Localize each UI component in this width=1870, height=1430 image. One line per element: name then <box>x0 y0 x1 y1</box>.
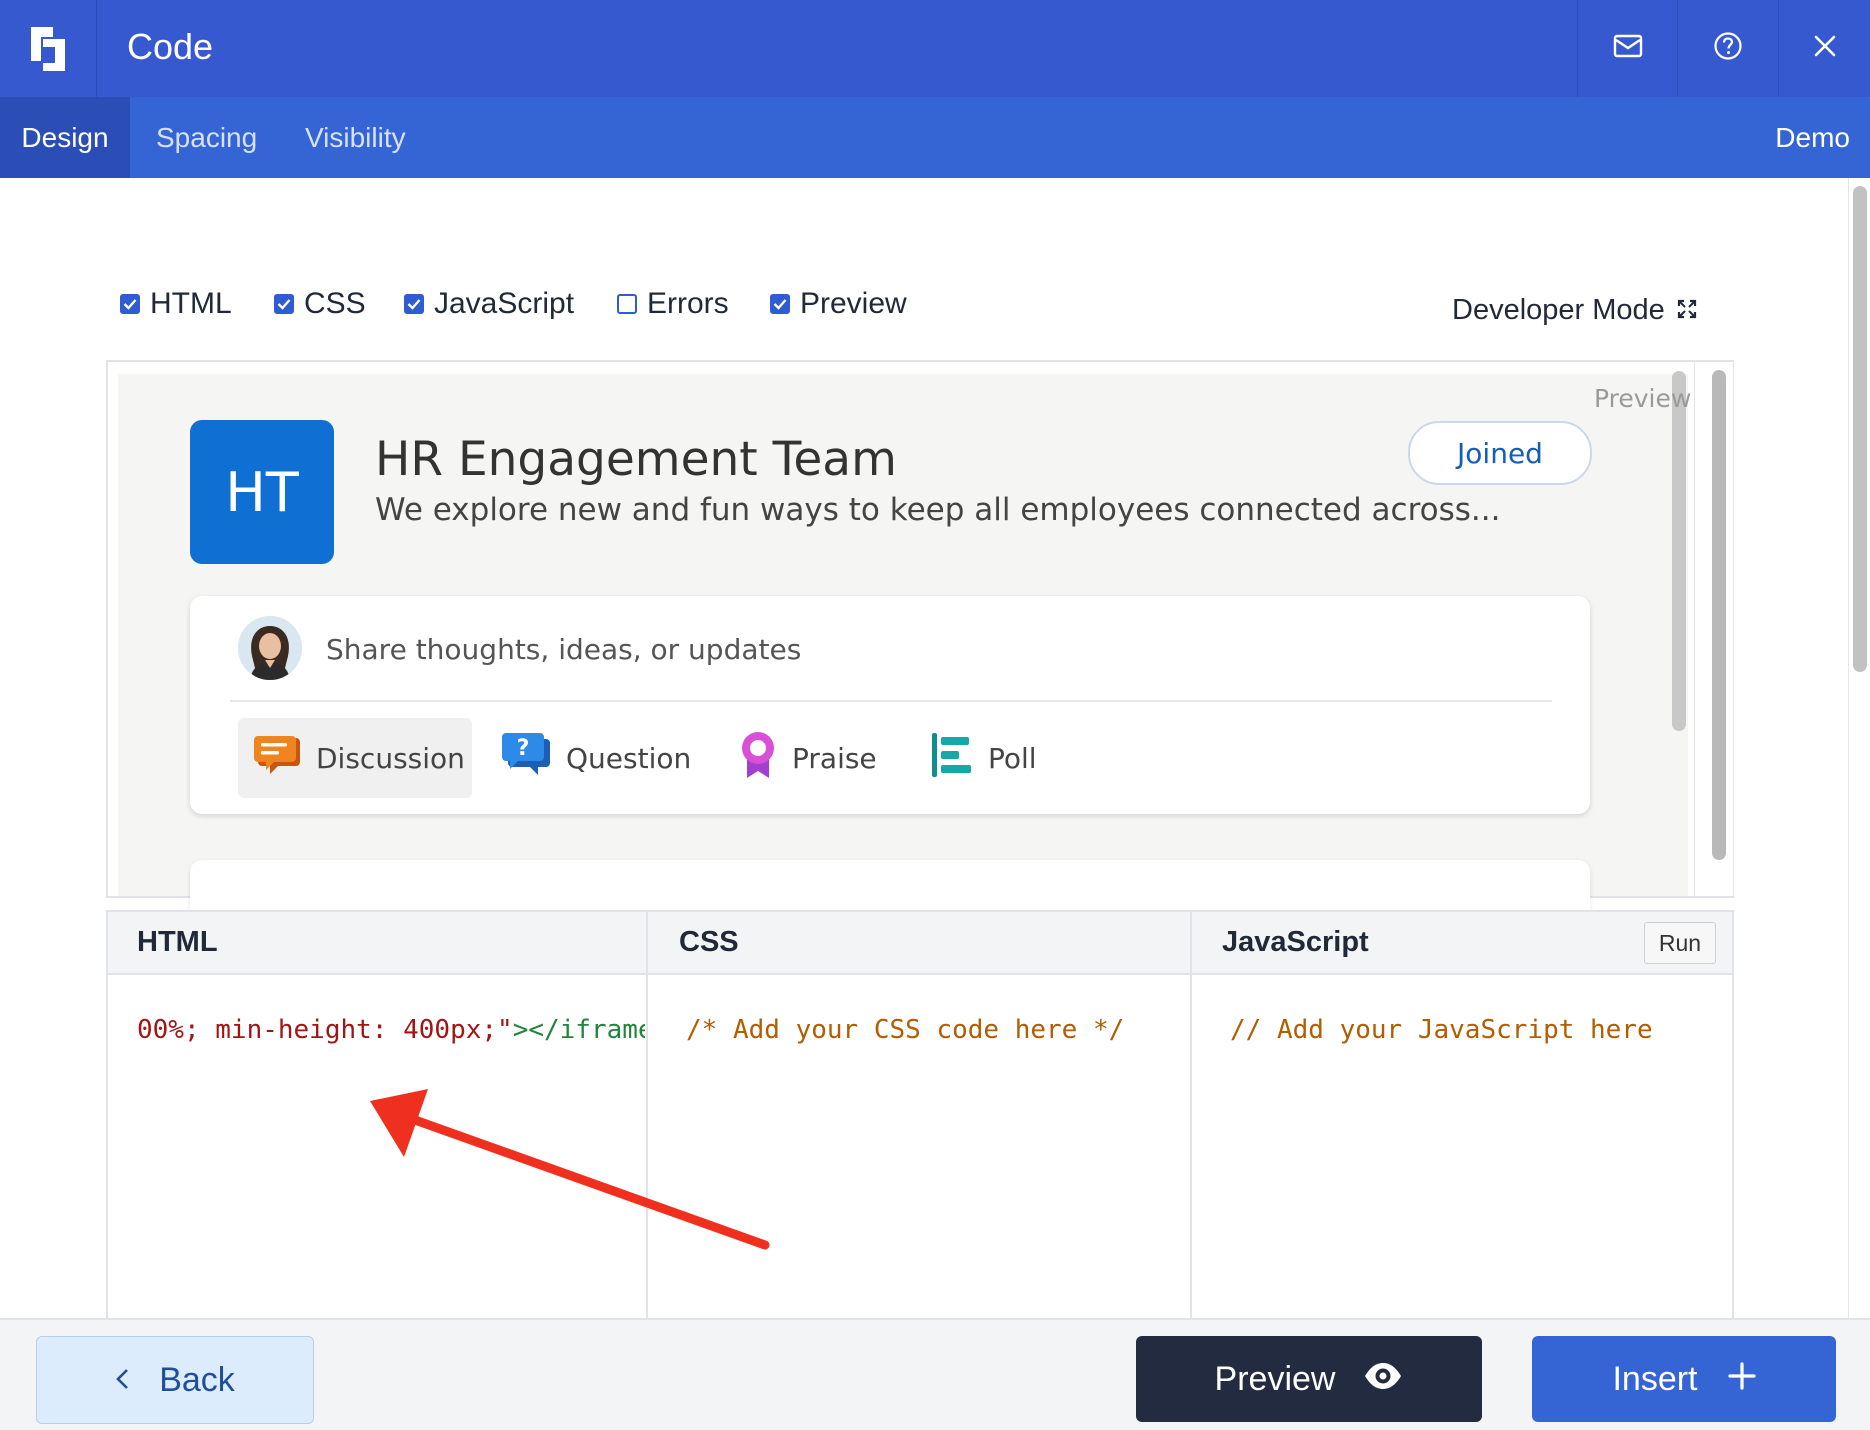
poll-icon <box>930 731 974 786</box>
praise-icon <box>738 730 778 787</box>
insert-button-label: Insert <box>1612 1359 1698 1398</box>
run-button[interactable]: Run <box>1644 922 1716 964</box>
mail-icon <box>1613 34 1643 63</box>
mail-button[interactable] <box>1577 0 1677 97</box>
javascript-code-editor[interactable]: // Add your JavaScript here <box>1230 1012 1720 1048</box>
toggle-errors-label: Errors <box>647 287 729 320</box>
preview-button[interactable]: Preview <box>1136 1336 1482 1422</box>
top-bar: Code <box>0 0 1870 98</box>
dialog-title: Code <box>127 26 214 67</box>
tab-visibility[interactable]: Visibility <box>305 97 406 178</box>
html-code-editor[interactable]: 00%; min-height: 400px;"></iframe <box>137 1012 645 1048</box>
toggle-css[interactable]: CSS <box>274 284 366 324</box>
svg-text:?: ? <box>517 736 530 761</box>
post-type-question-label: Question <box>566 741 692 775</box>
preview-scrollbar-thumb[interactable] <box>1712 370 1726 860</box>
post-type-praise[interactable]: Praise <box>738 718 877 798</box>
question-icon: ? <box>502 731 552 786</box>
chevron-left-icon <box>115 1361 129 1400</box>
post-type-discussion[interactable]: Discussion <box>238 718 472 798</box>
post-type-poll[interactable]: Poll <box>930 718 1037 798</box>
toggle-css-label: CSS <box>304 287 366 320</box>
checkbox-checked-icon[interactable] <box>120 294 140 314</box>
joined-button[interactable]: Joined <box>1408 421 1592 485</box>
back-button[interactable]: Back <box>36 1336 314 1424</box>
help-icon <box>1713 31 1743 66</box>
expand-icon <box>1677 294 1697 327</box>
editor-logo-icon <box>0 0 97 97</box>
share-input[interactable]: Share thoughts, ideas, or updates <box>326 630 1526 670</box>
compose-divider <box>230 700 1552 702</box>
tab-spacing[interactable]: Spacing <box>156 97 257 178</box>
preview-inner-scrollbar-thumb[interactable] <box>1672 371 1686 731</box>
developer-mode-label: Developer Mode <box>1452 293 1665 326</box>
code-editor-header <box>108 912 1732 975</box>
post-type-discussion-label: Discussion <box>316 741 465 775</box>
avatar <box>238 616 302 680</box>
checkbox-checked-icon[interactable] <box>404 294 424 314</box>
window-scrollbar-thumb[interactable] <box>1853 186 1867 672</box>
eye-icon <box>1363 1360 1403 1399</box>
toggle-html-label: HTML <box>150 287 232 320</box>
preview-label: Preview <box>1594 384 1692 413</box>
back-button-label: Back <box>159 1360 235 1399</box>
tab-design[interactable]: Design <box>0 97 130 178</box>
pane-divider[interactable] <box>1190 912 1192 1318</box>
toggle-javascript[interactable]: JavaScript <box>404 284 574 324</box>
html-code-attribute: 00%; min-height: 400px;" <box>137 1015 513 1045</box>
checkbox-unchecked-icon[interactable] <box>617 294 637 314</box>
group-avatar: HT <box>190 420 334 564</box>
html-code-tag: ></iframe <box>512 1015 645 1045</box>
css-pane-title: CSS <box>679 926 739 958</box>
post-type-praise-label: Praise <box>792 741 877 775</box>
html-pane-title: HTML <box>137 926 218 958</box>
tab-bar: Design Spacing Visibility Demo <box>0 97 1870 178</box>
annotation-arrow <box>370 1089 770 1250</box>
css-code-editor[interactable]: /* Add your CSS code here */ <box>686 1012 1186 1048</box>
post-type-poll-label: Poll <box>988 741 1037 775</box>
demo-link[interactable]: Demo <box>1775 97 1850 178</box>
checkbox-checked-icon[interactable] <box>274 294 294 314</box>
post-type-question[interactable]: ? Question <box>502 718 691 798</box>
toggle-errors[interactable]: Errors <box>617 284 729 324</box>
toggle-javascript-label: JavaScript <box>434 287 575 320</box>
toggle-html[interactable]: HTML <box>120 284 232 324</box>
preview-button-label: Preview <box>1214 1359 1336 1398</box>
discussion-icon <box>254 732 302 785</box>
group-description: We explore new and fun ways to keep all … <box>375 492 1501 528</box>
developer-mode-button[interactable]: Developer Mode <box>1452 290 1697 330</box>
group-name: HR Engagement Team <box>375 432 897 487</box>
toggle-preview-label: Preview <box>800 287 907 320</box>
close-icon <box>1813 34 1837 63</box>
checkbox-checked-icon[interactable] <box>770 294 790 314</box>
insert-button[interactable]: Insert <box>1532 1336 1836 1422</box>
help-button[interactable] <box>1677 0 1777 97</box>
close-button[interactable] <box>1778 0 1870 97</box>
plus-icon <box>1727 1360 1756 1399</box>
toggle-preview[interactable]: Preview <box>770 284 907 324</box>
javascript-pane-title: JavaScript <box>1222 926 1369 958</box>
